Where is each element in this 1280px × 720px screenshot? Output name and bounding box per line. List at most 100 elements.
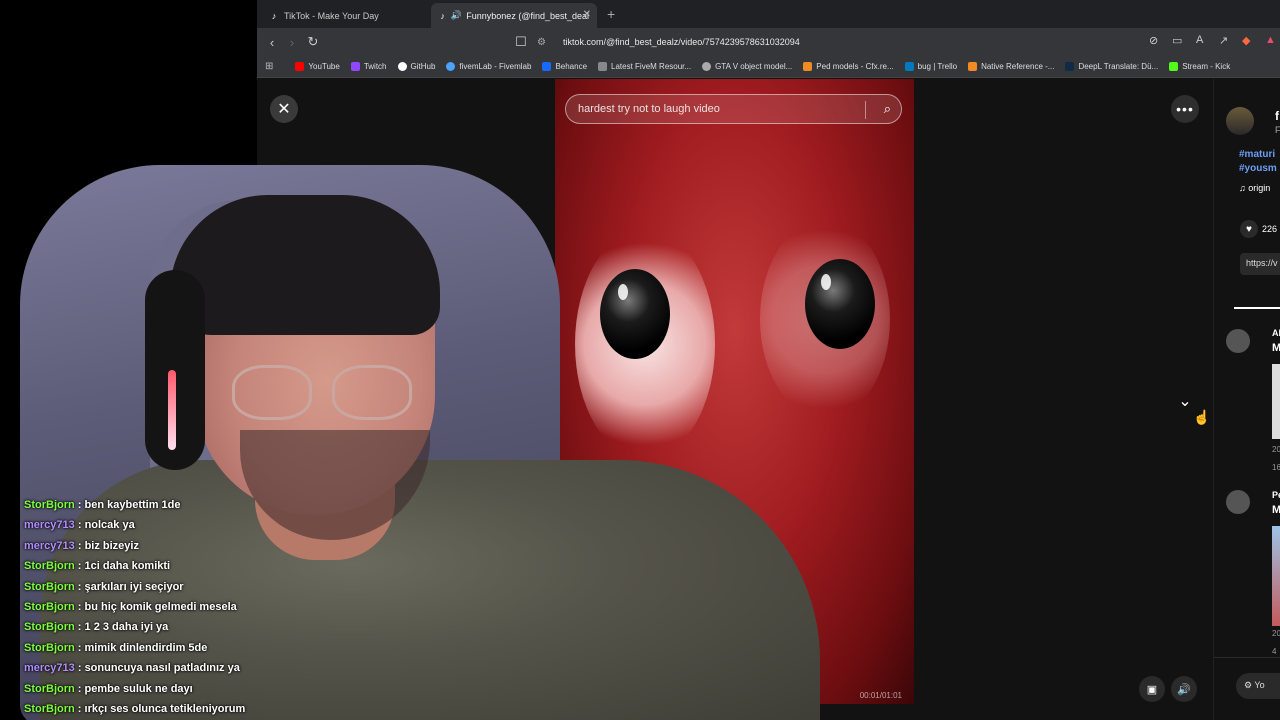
- bookmark-github[interactable]: GitHub: [397, 62, 435, 71]
- close-icon[interactable]: ✕: [270, 95, 298, 123]
- hand-cursor-icon: ☝: [1193, 409, 1211, 425]
- chat-username: StorBjorn: [24, 560, 75, 573]
- chat-username: mercy713: [24, 662, 75, 675]
- bookmark-trello[interactable]: bug | Trello: [904, 62, 957, 71]
- bookmark-twitch[interactable]: Twitch: [350, 62, 387, 71]
- comment-thumbnail[interactable]: [1272, 526, 1280, 626]
- chat-separator: :: [74, 682, 85, 695]
- tab-video[interactable]: ♪ 🔊 Funnybonez (@find_best_deal ✕: [431, 3, 597, 28]
- bookmark-deepl[interactable]: DeepL Translate: Dü...: [1065, 62, 1158, 71]
- comment-author[interactable]: Al: [1272, 328, 1280, 338]
- forward-icon[interactable]: ›: [284, 34, 300, 50]
- chat-text: 1 2 3 daha iyi ya: [84, 621, 169, 634]
- video-frame[interactable]: hardest try not to laugh video ⌕ 00:01/0…: [555, 79, 914, 704]
- chat-text: mimik dinlendirdim 5de: [84, 641, 208, 654]
- headset: [145, 270, 205, 470]
- chat-username: mercy713: [24, 539, 75, 552]
- tab-strip: ♪ TikTok - Make Your Day ♪ 🔊 Funnybonez …: [257, 0, 1280, 28]
- cfx-icon: [803, 62, 813, 71]
- headset-led: [168, 370, 176, 450]
- bookmark-fivem-resources[interactable]: Latest FiveM Resour...: [598, 62, 691, 71]
- chat-text: bu hiç komik gelmedi mesela: [84, 601, 237, 614]
- avatar[interactable]: [1226, 329, 1250, 353]
- chat-text: pembe suluk ne dayı: [84, 682, 193, 695]
- comment-date: 20: [1272, 629, 1280, 638]
- bookmark-kick[interactable]: Stream - Kick: [1169, 62, 1230, 71]
- bookmark-fivemlab[interactable]: fivemLab - Fivemlab: [446, 62, 531, 71]
- chat-username: StorBjorn: [24, 499, 75, 511]
- tiktok-icon: ♪: [271, 10, 277, 21]
- share-icon[interactable]: ↗: [1219, 34, 1228, 47]
- comments-tab-indicator: [1234, 307, 1280, 309]
- stream-chat: StorBjorn : ben kaybettim 1de mercy713 : …: [24, 495, 344, 719]
- bookmark-page-icon[interactable]: ☐: [513, 34, 529, 50]
- tiktok-player: ✕ hardest try not to laugh video ⌕ 00:01…: [257, 79, 1280, 720]
- chat-username: StorBjorn: [24, 601, 75, 614]
- comment-input-button[interactable]: ⚙ Yo: [1236, 673, 1280, 699]
- bookmark-behance[interactable]: Behance: [542, 62, 587, 71]
- comment-text: M: [1272, 342, 1280, 354]
- youtube-icon: [295, 62, 305, 71]
- close-tab-icon[interactable]: ✕: [583, 9, 591, 20]
- emoji-icon: ⚙: [1244, 680, 1255, 690]
- reload-icon[interactable]: ↻: [305, 34, 321, 50]
- volume-icon[interactable]: 🔊: [1171, 676, 1197, 702]
- author-name[interactable]: f: [1275, 109, 1279, 123]
- comment-thumbnail[interactable]: [1272, 364, 1280, 439]
- chat-username: StorBjorn: [24, 682, 75, 695]
- translate-icon[interactable]: A: [1196, 34, 1203, 46]
- bookmarks-bar: ⊞ YouTube Twitch GitHub fivemLab - Fivem…: [257, 56, 1280, 78]
- chat-message: StorBjorn : şarkıları iyi seçiyor: [24, 577, 344, 597]
- comment-likes: 4: [1272, 647, 1277, 656]
- chat-separator: :: [74, 499, 85, 511]
- new-tab-button[interactable]: +: [607, 6, 615, 22]
- chat-username: StorBjorn: [24, 641, 75, 654]
- tab-tiktok-home[interactable]: ♪ TikTok - Make Your Day: [261, 3, 431, 28]
- chat-text: biz bizeyiz: [84, 539, 139, 552]
- chat-username: StorBjorn: [24, 580, 75, 593]
- no-tracking-icon[interactable]: ⊘: [1149, 34, 1158, 47]
- comment-input-label: Yo: [1254, 680, 1265, 690]
- chat-message: StorBjorn : 1ci daha komikti: [24, 556, 344, 576]
- bookmark-native-reference[interactable]: Native Reference -...: [968, 62, 1054, 71]
- back-icon[interactable]: ‹: [264, 34, 280, 50]
- divider: [1214, 657, 1280, 658]
- sound-link[interactable]: ♫ origin: [1239, 183, 1270, 193]
- hashtag-link[interactable]: #maturi: [1239, 149, 1275, 160]
- like-count: 226: [1262, 224, 1278, 234]
- globe-icon: [702, 62, 712, 71]
- pip-icon[interactable]: ▣: [1139, 676, 1165, 702]
- video-glint: [821, 274, 831, 290]
- trello-icon: [904, 62, 914, 71]
- chat-text: ırkçı ses olunca tetikleniyorum: [84, 703, 246, 716]
- more-options-icon[interactable]: •••: [1171, 95, 1199, 123]
- bookmark-youtube[interactable]: YouTube: [295, 62, 340, 71]
- author-avatar[interactable]: [1226, 107, 1254, 135]
- heart-icon[interactable]: ♥: [1240, 220, 1258, 238]
- chat-username: StorBjorn: [24, 703, 75, 716]
- bookmark-ped-models[interactable]: Ped models - Cfx.re...: [803, 62, 894, 71]
- chat-separator: :: [74, 601, 85, 614]
- bookmark-gtav-objects[interactable]: GTA V object model...: [702, 62, 792, 71]
- chat-message: StorBjorn : mimik dinlendirdim 5de: [24, 638, 344, 658]
- copy-link-field[interactable]: https://v: [1240, 253, 1280, 275]
- chat-message: StorBjorn : ben kaybettim 1de: [24, 495, 344, 515]
- chat-text: nolcak ya: [84, 519, 135, 532]
- comment-date: 20: [1272, 445, 1280, 454]
- chat-separator: :: [74, 580, 85, 593]
- comment-author[interactable]: Pe: [1272, 490, 1280, 500]
- brave-shield-icon[interactable]: ◆: [1242, 34, 1250, 47]
- apps-grid-icon[interactable]: ⊞: [265, 61, 273, 72]
- site-info-icon[interactable]: ⚙: [537, 37, 549, 48]
- github-icon: [397, 62, 407, 71]
- search-icon[interactable]: ⌕: [884, 101, 891, 117]
- fivemlab-icon: [446, 62, 456, 71]
- avatar[interactable]: [1226, 490, 1250, 514]
- search-input[interactable]: hardest try not to laugh video ⌕: [565, 94, 902, 124]
- rewards-icon[interactable]: ▲: [1265, 34, 1276, 46]
- hashtag-link[interactable]: #yousm: [1239, 163, 1277, 174]
- address-bar[interactable]: ⚙ tiktok.com/@find_best_dealz/video/7574…: [537, 32, 1277, 52]
- chat-username: mercy713: [24, 519, 75, 532]
- cast-icon[interactable]: ▭: [1172, 34, 1182, 47]
- twitch-icon: [350, 62, 360, 71]
